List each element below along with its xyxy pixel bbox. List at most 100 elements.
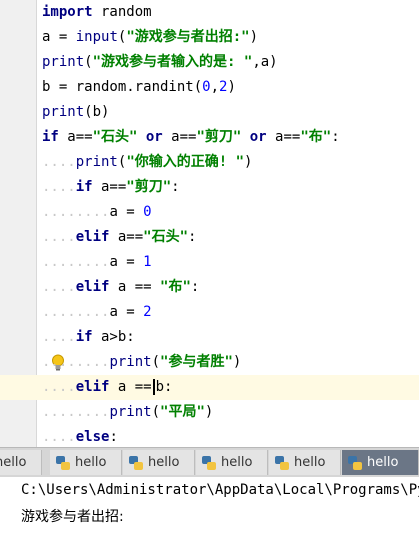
code-token: a== bbox=[92, 179, 127, 195]
code-token: print bbox=[75, 154, 118, 170]
code-line[interactable]: ....elif a == "布": bbox=[0, 275, 419, 300]
run-tab-active[interactable]: hello bbox=[342, 450, 419, 475]
console-path-line: C:\Users\Administrator\AppData\Local\Pro… bbox=[21, 482, 419, 498]
code-token: a == bbox=[109, 279, 161, 295]
code-editor[interactable]: import random a = input("游戏参与者出招:") prin… bbox=[0, 0, 419, 447]
code-token: a = bbox=[109, 204, 144, 220]
code-line[interactable]: print(b) bbox=[0, 100, 419, 125]
code-line[interactable]: ....if a=="剪刀": bbox=[0, 175, 419, 200]
code-token: : bbox=[188, 229, 197, 245]
code-token: import bbox=[42, 4, 93, 20]
code-token: ) bbox=[204, 404, 214, 420]
code-token: : bbox=[331, 129, 340, 145]
code-token: (b) bbox=[84, 104, 110, 120]
python-icon bbox=[348, 455, 362, 470]
code-line[interactable]: ........a = 2 bbox=[0, 300, 419, 325]
run-tab-label: hello bbox=[148, 455, 180, 470]
run-tab-label: hello bbox=[75, 455, 107, 470]
code-token: , bbox=[210, 79, 220, 95]
code-token: else bbox=[75, 429, 110, 445]
code-token: ,a) bbox=[252, 54, 278, 70]
code-token: a = bbox=[109, 254, 144, 270]
run-tab[interactable]: hello bbox=[196, 450, 268, 475]
indent-guide: .... bbox=[42, 379, 76, 395]
code-line[interactable]: ....if a>b: bbox=[0, 325, 419, 350]
code-token: b: bbox=[155, 379, 173, 395]
code-token: ) bbox=[227, 79, 236, 95]
code-token: 0 bbox=[202, 79, 211, 95]
code-line[interactable]: ....elif a=="石头": bbox=[0, 225, 419, 250]
code-token: "布" bbox=[160, 279, 191, 295]
code-token: input bbox=[75, 29, 118, 45]
code-token: "你输入的正确! " bbox=[126, 154, 245, 170]
indent-guide: .... bbox=[75, 354, 110, 370]
code-token: : bbox=[109, 429, 118, 445]
code-token: a== bbox=[58, 129, 93, 145]
code-token: ( bbox=[151, 354, 161, 370]
run-tab[interactable]: hello bbox=[0, 450, 42, 475]
code-token: 2 bbox=[143, 304, 152, 320]
indent-guide: .... bbox=[42, 229, 76, 245]
code-token: print bbox=[109, 404, 152, 420]
code-line[interactable]: print("游戏参与者输入的是: ",a) bbox=[0, 50, 419, 75]
code-line[interactable]: a = input("游戏参与者出招:") bbox=[0, 25, 419, 50]
run-tab-label: hello bbox=[221, 455, 253, 470]
code-token: a>b: bbox=[92, 329, 135, 345]
code-token: a == bbox=[109, 379, 152, 395]
indent-guide: ........ bbox=[42, 254, 110, 270]
code-token: elif bbox=[75, 229, 110, 245]
code-token: "参与者胜" bbox=[160, 354, 233, 370]
run-tab-bar: hello hello hello hello hello hello bbox=[0, 447, 419, 478]
code-token: if bbox=[75, 179, 93, 195]
code-token: 0 bbox=[143, 204, 152, 220]
code-token: "游戏参与者出招:" bbox=[126, 29, 250, 45]
indent-guide: ........ bbox=[42, 304, 110, 320]
code-line[interactable]: ........a = 1 bbox=[0, 250, 419, 275]
code-token: ( bbox=[151, 404, 161, 420]
code-token: elif bbox=[75, 279, 110, 295]
code-token: 1 bbox=[143, 254, 152, 270]
code-token: a== bbox=[162, 129, 197, 145]
python-icon bbox=[129, 455, 143, 470]
code-token: random bbox=[92, 4, 152, 20]
indent-guide: ........ bbox=[42, 204, 110, 220]
code-line[interactable]: ........print("参与者胜") bbox=[0, 350, 419, 375]
run-tab-label: hello bbox=[294, 455, 326, 470]
code-token: "剪刀" bbox=[196, 129, 242, 145]
code-token: print bbox=[42, 54, 85, 70]
code-token: a = bbox=[109, 304, 144, 320]
code-token: a== bbox=[109, 229, 144, 245]
code-token: "石头" bbox=[92, 129, 138, 145]
indent-guide: .... bbox=[42, 179, 76, 195]
code-token: b = random.randint( bbox=[42, 79, 203, 95]
run-tab[interactable]: hello bbox=[50, 450, 122, 475]
run-tab[interactable]: hello bbox=[269, 450, 341, 475]
run-tab[interactable]: hello bbox=[123, 450, 195, 475]
code-line[interactable]: if a=="石头" or a=="剪刀" or a=="布": bbox=[0, 125, 419, 150]
run-tab-label: hello bbox=[0, 455, 27, 470]
code-line[interactable]: import random bbox=[0, 0, 419, 25]
indent-guide: ........ bbox=[42, 404, 110, 420]
code-line[interactable]: b = random.randint(0,2) bbox=[0, 75, 419, 100]
code-line[interactable]: ....else: bbox=[0, 425, 419, 447]
code-token: a== bbox=[266, 129, 301, 145]
indent-guide: .... bbox=[42, 354, 76, 370]
code-token: elif bbox=[75, 379, 110, 395]
code-token: "游戏参与者输入的是: " bbox=[92, 54, 253, 70]
code-token: "布" bbox=[300, 129, 332, 145]
indent-guide: .... bbox=[42, 429, 76, 445]
code-token: print bbox=[109, 354, 152, 370]
code-line[interactable]: ....print("你输入的正确! ") bbox=[0, 150, 419, 175]
code-line[interactable]: ........print("平局") bbox=[0, 400, 419, 425]
console-prompt-line: 游戏参与者出招: bbox=[21, 509, 124, 525]
code-token: or bbox=[249, 129, 267, 145]
code-line-current[interactable]: ....elif a == b: bbox=[0, 375, 419, 400]
code-token: or bbox=[145, 129, 163, 145]
code-line[interactable]: ........a = 0 bbox=[0, 200, 419, 225]
code-token: "石头" bbox=[143, 229, 189, 245]
code-token: ( bbox=[84, 54, 93, 70]
run-console[interactable]: C:\Users\Administrator\AppData\Local\Pro… bbox=[0, 477, 419, 540]
code-token: ) bbox=[249, 29, 259, 45]
python-icon bbox=[275, 455, 289, 470]
code-token: : bbox=[190, 279, 200, 295]
